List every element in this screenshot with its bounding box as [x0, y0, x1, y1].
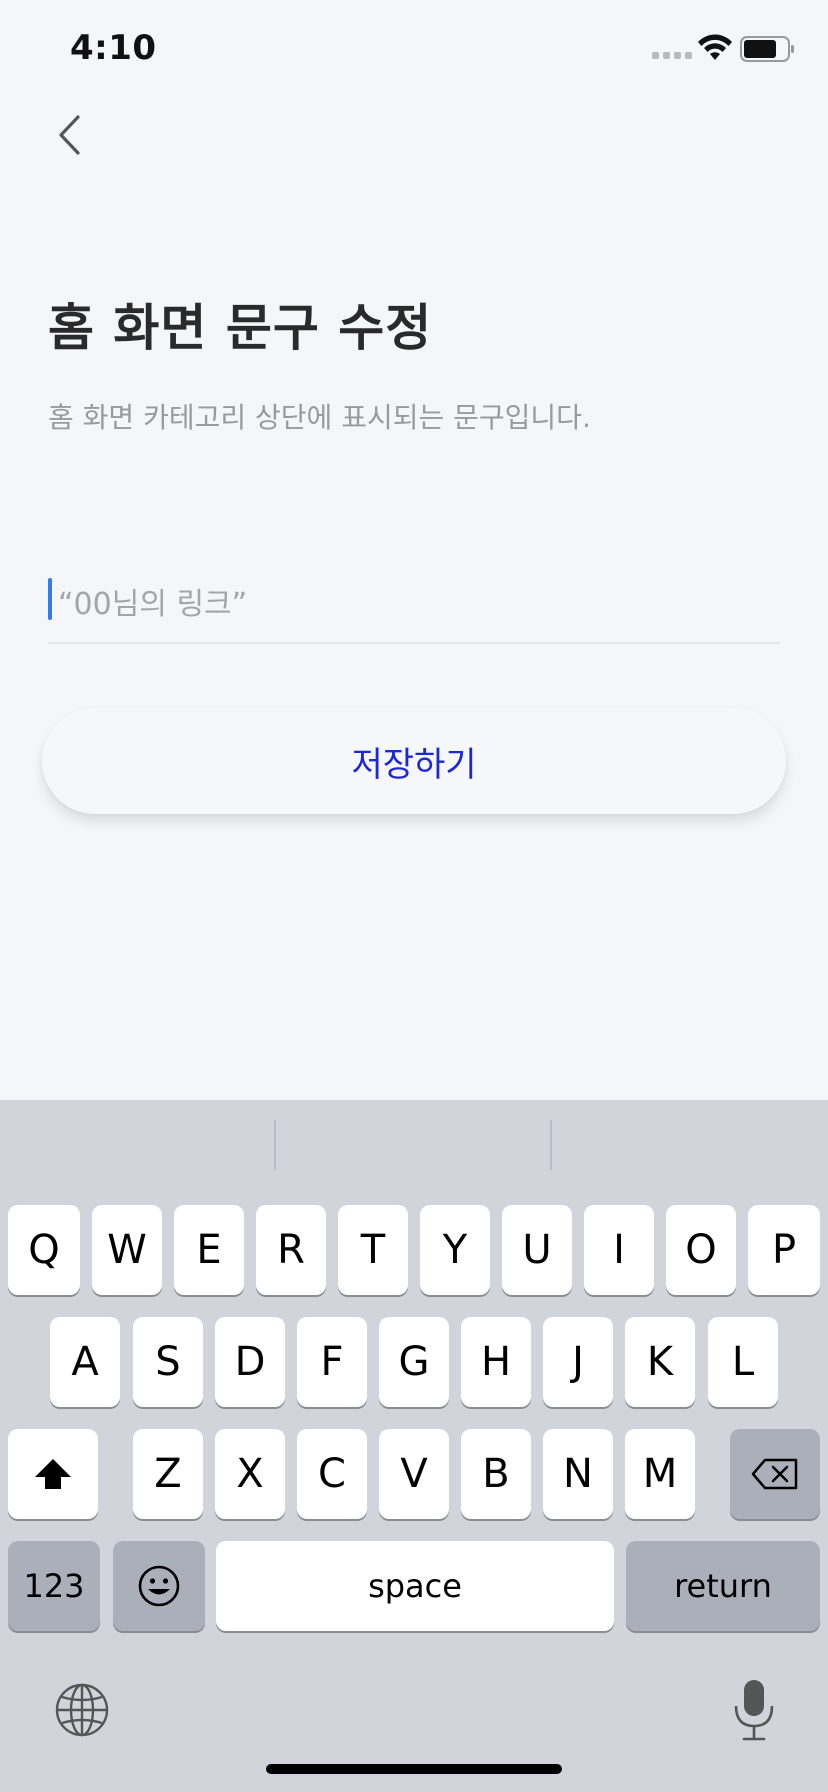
- microphone-icon[interactable]: [730, 1678, 778, 1742]
- key-a[interactable]: A: [50, 1317, 120, 1407]
- key-x[interactable]: X: [215, 1429, 285, 1519]
- key-v[interactable]: V: [379, 1429, 449, 1519]
- key-z[interactable]: Z: [133, 1429, 203, 1519]
- key-l[interactable]: L: [708, 1317, 778, 1407]
- key-b[interactable]: B: [461, 1429, 531, 1519]
- page-subtitle: 홈 화면 카테고리 상단에 표시되는 문구입니다.: [48, 401, 591, 434]
- backspace-icon: [751, 1458, 798, 1490]
- emoji-key[interactable]: [113, 1541, 205, 1631]
- key-g[interactable]: G: [379, 1317, 449, 1407]
- home-phrase-input[interactable]: [48, 572, 780, 636]
- key-w[interactable]: W: [92, 1205, 162, 1295]
- back-button[interactable]: [44, 110, 94, 160]
- home-indicator: [266, 1764, 562, 1774]
- globe-icon[interactable]: [54, 1682, 110, 1738]
- key-q[interactable]: Q: [8, 1205, 80, 1295]
- space-key[interactable]: space: [216, 1541, 614, 1631]
- key-n[interactable]: N: [543, 1429, 613, 1519]
- status-bar: 4:10: [0, 0, 828, 100]
- key-p[interactable]: P: [748, 1205, 820, 1295]
- key-t[interactable]: T: [338, 1205, 408, 1295]
- key-r[interactable]: R: [256, 1205, 326, 1295]
- page-title: 홈 화면 문구 수정: [48, 299, 433, 357]
- suggestion-divider: [550, 1120, 552, 1170]
- key-e[interactable]: E: [174, 1205, 244, 1295]
- key-o[interactable]: O: [666, 1205, 736, 1295]
- key-u[interactable]: U: [502, 1205, 572, 1295]
- cellular-signal-icon: [652, 52, 692, 59]
- key-s[interactable]: S: [133, 1317, 203, 1407]
- key-j[interactable]: J: [543, 1317, 613, 1407]
- key-k[interactable]: K: [625, 1317, 695, 1407]
- save-button[interactable]: 저장하기: [42, 708, 786, 814]
- battery-icon: [740, 36, 794, 62]
- chevron-left-icon: [59, 115, 80, 155]
- wifi-icon: [698, 34, 732, 60]
- key-d[interactable]: D: [215, 1317, 285, 1407]
- key-i[interactable]: I: [584, 1205, 654, 1295]
- suggestion-divider: [274, 1120, 276, 1170]
- delete-key[interactable]: [730, 1429, 820, 1519]
- return-key[interactable]: return: [626, 1541, 820, 1631]
- emoji-icon: [138, 1565, 180, 1607]
- key-y[interactable]: Y: [420, 1205, 490, 1295]
- numbers-key[interactable]: 123: [8, 1541, 100, 1631]
- key-h[interactable]: H: [461, 1317, 531, 1407]
- home-phrase-field[interactable]: [48, 572, 780, 644]
- status-time: 4:10: [70, 28, 157, 68]
- shift-key[interactable]: [8, 1429, 98, 1519]
- key-f[interactable]: F: [297, 1317, 367, 1407]
- shift-arrow-icon: [35, 1459, 71, 1489]
- key-c[interactable]: C: [297, 1429, 367, 1519]
- key-m[interactable]: M: [625, 1429, 695, 1519]
